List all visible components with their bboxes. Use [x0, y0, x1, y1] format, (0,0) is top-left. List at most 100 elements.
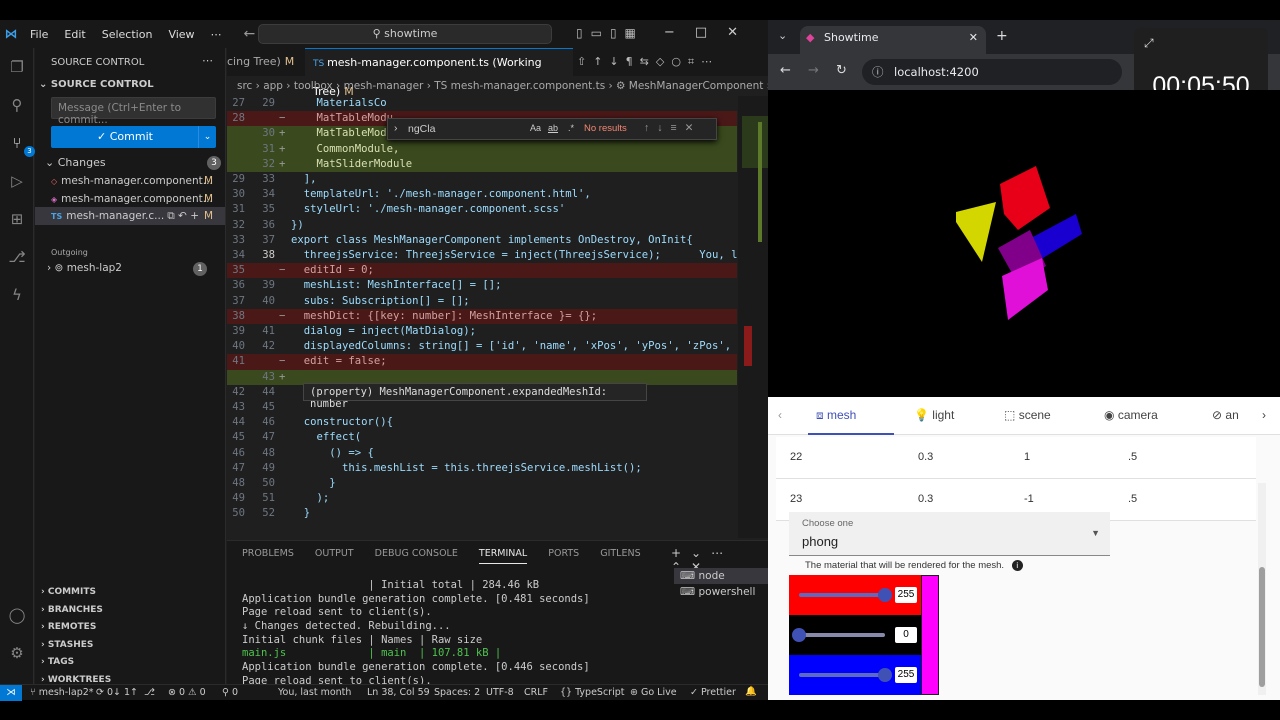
status-language[interactable]: {} TypeScript — [560, 687, 624, 698]
code-line[interactable]: 34 38 threejsService: ThreejsService = in… — [227, 248, 756, 263]
code-line[interactable]: 49 51 ); — [227, 491, 737, 506]
slider-thumb[interactable] — [878, 668, 892, 682]
gitlens-icon[interactable]: ⎇ — [6, 246, 28, 268]
code-line[interactable]: 45 47 effect( — [227, 430, 737, 445]
slider-track[interactable] — [799, 673, 885, 677]
whole-word-icon[interactable]: ab — [548, 123, 558, 133]
layout-toggle-icons[interactable]: ▯▭▯▦ — [576, 26, 644, 40]
notifications-bell-icon[interactable]: 🔔 — [745, 686, 757, 697]
tab-scene[interactable]: ⬚ scene — [1004, 408, 1051, 422]
changed-file-row[interactable]: ◈ mesh-manager.component... M — [35, 190, 225, 208]
commit-dropdown-icon[interactable]: ⌄ — [198, 126, 216, 148]
status-blame[interactable]: You, last month — [278, 687, 351, 698]
page-scrollbar[interactable] — [1258, 483, 1266, 695]
section-remotes[interactable]: › REMOTES — [35, 619, 225, 637]
code-line[interactable]: 32 + MatSliderModule — [227, 156, 737, 172]
code-line[interactable]: 43 45 — [227, 400, 737, 415]
tab-problems[interactable]: PROBLEMS — [242, 548, 294, 559]
tab-scroll-right-icon[interactable]: › — [1262, 408, 1266, 422]
source-control-icon[interactable]: ⑂ 3 — [6, 132, 35, 157]
red-slider[interactable]: 255 — [789, 575, 921, 615]
new-tab-icon[interactable]: + — [996, 28, 1008, 44]
menu-more[interactable]: ⋯ — [203, 28, 230, 41]
status-encoding[interactable]: UTF-8 — [486, 687, 514, 698]
code-line[interactable]: 31 35 styleUrl: './mesh-manager.component… — [227, 202, 737, 217]
lightning-icon[interactable]: ϟ — [6, 284, 28, 306]
tab-previous[interactable]: cing Tree) M — [219, 48, 302, 76]
code-line[interactable]: 44 46 constructor(){ — [227, 415, 737, 430]
address-bar[interactable]: ⓘ localhost:4200 — [862, 59, 1122, 85]
code-line[interactable]: 38 − meshDict: {[key: number]: MeshInterf… — [227, 308, 737, 324]
code-line[interactable]: 29 33 ], — [227, 172, 737, 187]
back-icon[interactable]: ← — [780, 63, 791, 78]
code-line[interactable]: 46 48 () => { — [227, 446, 737, 461]
code-view[interactable]: 27 29 MaterialsCo 28− MatTableModu 30 + MatT… — [227, 96, 768, 538]
command-center-search[interactable]: ⚲ showtime — [258, 24, 552, 44]
tab-scroll-left-icon[interactable]: ‹ — [778, 408, 782, 422]
remote-icon[interactable]: ⋊ — [0, 685, 22, 701]
slider-track[interactable] — [799, 593, 885, 597]
status-go-live[interactable]: ⊛ Go Live — [630, 687, 677, 698]
code-line[interactable]: 40 42 displayedColumns: string[] = ['id',… — [227, 339, 756, 354]
section-stashes[interactable]: › STASHES — [35, 637, 225, 655]
outgoing-branch-row[interactable]: › ⊚ mesh-lap2 1 — [47, 262, 217, 276]
slider-value[interactable]: 255 — [895, 667, 917, 683]
status-branch[interactable]: ⑂ mesh-lap2* — [30, 687, 94, 698]
material-select[interactable]: Choose one phong ▼ — [789, 512, 1110, 556]
tab-search-icon[interactable]: ⌄ — [778, 29, 787, 42]
section-commits[interactable]: › COMMITS — [35, 584, 225, 602]
code-line[interactable]: 41 − edit = false; — [227, 354, 737, 370]
code-line[interactable]: 31 + CommonModule, — [227, 141, 737, 157]
commit-message-input[interactable]: Message (Ctrl+Enter to commit... — [51, 97, 216, 126]
tab-animation[interactable]: ⊘ an — [1212, 408, 1239, 422]
tab-gitlens[interactable]: GITLENS — [600, 548, 640, 559]
section-branches[interactable]: › BRANCHES — [35, 602, 225, 620]
commit-button[interactable]: ✓ Commit ⌄ — [51, 126, 216, 148]
code-line[interactable]: 35 − editId = 0; — [227, 263, 737, 279]
slider-value[interactable]: 0 — [895, 627, 917, 643]
browser-tab-showtime[interactable]: ◆ Showtime ✕ — [800, 26, 986, 54]
find-nav-icons[interactable]: ↑↓≡✕ — [644, 122, 701, 134]
minimap[interactable] — [738, 96, 768, 538]
code-line[interactable]: 37 40 subs: Subscription[] = []; — [227, 294, 737, 309]
status-sync[interactable]: ⟳ 0↓ 1↑ — [96, 687, 138, 698]
breadcrumb[interactable]: src › app › toolbox › mesh-manager › TS … — [237, 76, 785, 96]
status-cursor-position[interactable]: Ln 38, Col 59 — [367, 687, 430, 698]
find-input[interactable]: ngCla — [408, 123, 435, 135]
editor-actions-icons[interactable]: ⇧↑↓¶⇆◇○⌗⋯ — [577, 55, 719, 69]
menu-edit[interactable]: Edit — [56, 28, 93, 41]
reload-icon[interactable]: ↻ — [836, 63, 847, 78]
code-line[interactable]: 39 41 dialog = inject(MatDialog); — [227, 324, 737, 339]
gitlens-status-icon[interactable]: ⎇ — [144, 687, 155, 698]
table-row[interactable]: 22 0.3 1.5 — [776, 437, 1256, 479]
terminal-node[interactable]: ⌨ node — [674, 568, 768, 584]
match-case-icon[interactable]: Aa — [530, 123, 541, 133]
status-ports[interactable]: ⚲ 0 — [222, 687, 238, 698]
slider-thumb[interactable] — [878, 588, 892, 602]
slider-value[interactable]: 255 — [895, 587, 917, 603]
regex-icon[interactable]: .* — [568, 123, 574, 133]
menu-view[interactable]: View — [160, 28, 202, 41]
code-line[interactable]: 27 29 MaterialsCo — [227, 96, 737, 111]
extensions-icon[interactable]: ⊞ — [6, 208, 28, 230]
status-problems[interactable]: ⊗ 0 ⚠ 0 — [168, 687, 206, 698]
window-controls[interactable]: −□✕ — [664, 25, 758, 40]
site-info-icon[interactable]: ⓘ — [872, 59, 884, 85]
status-indent[interactable]: Spaces: 2 — [434, 687, 480, 698]
status-eol[interactable]: CRLF — [524, 687, 548, 698]
tab-camera[interactable]: ◉ camera — [1104, 408, 1158, 422]
forward-icon[interactable]: → — [808, 63, 819, 78]
info-icon[interactable]: i — [1011, 560, 1023, 571]
changes-header[interactable]: ⌄ Changes 3 — [45, 156, 221, 170]
tab-debug-console[interactable]: DEBUG CONSOLE — [375, 548, 458, 559]
menu-selection[interactable]: Selection — [94, 28, 161, 41]
tab-mesh[interactable]: ⧈ mesh — [816, 408, 856, 423]
changed-file-row[interactable]: ◇ mesh-manager.component... M — [35, 172, 225, 190]
slider-thumb[interactable] — [792, 628, 806, 642]
close-tab-icon[interactable]: ✕ — [969, 26, 978, 50]
menu-file[interactable]: File — [22, 28, 56, 41]
code-line[interactable]: 30 34 templateUrl: './mesh-manager.compon… — [227, 187, 737, 202]
find-toggle-icon[interactable]: › — [394, 122, 398, 134]
explorer-icon[interactable]: ❐ — [6, 56, 28, 78]
tab-terminal[interactable]: TERMINAL — [478, 548, 528, 564]
